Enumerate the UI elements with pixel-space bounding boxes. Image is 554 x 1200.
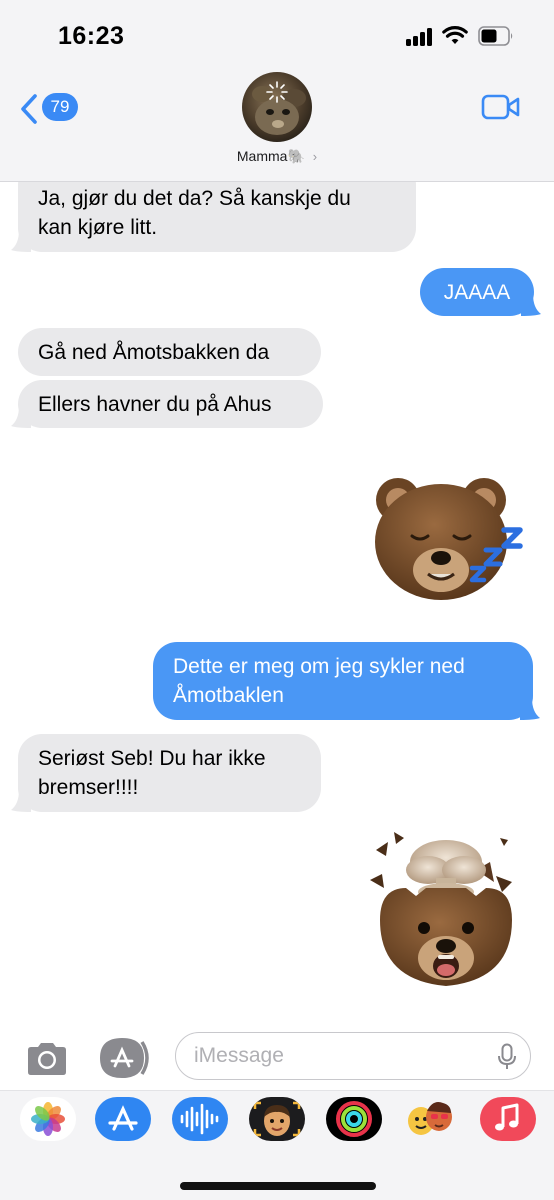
back-button[interactable]: 79 [20,90,84,126]
cellular-signal-icon [406,28,434,46]
activity-icon[interactable] [326,1097,382,1141]
conversation-header: 79 Mamma🐘 › [0,68,554,182]
animoji-icon[interactable] [403,1097,459,1141]
imessage-app-drawer [0,1090,554,1200]
battery-icon [478,26,513,46]
cat-photo-avatar-icon [242,72,312,142]
contact-name: Mamma [236,148,288,164]
bubble-tail-icon [11,230,31,252]
message-outgoing[interactable]: JAAAA [420,268,541,316]
app-store-icon [100,1038,149,1078]
wifi-icon [442,26,468,44]
microphone-icon[interactable] [496,1043,518,1071]
bubble-tail-icon [521,294,541,316]
input-bar [0,1024,554,1090]
message-input[interactable] [194,1041,474,1071]
facetime-video-icon[interactable] [481,92,521,122]
memoji-stickers-icon[interactable] [249,1097,305,1141]
message-outgoing[interactable]: Dette er meg om jeg sykler ned Åmotbakle… [153,642,540,720]
status-time: 16:23 [58,22,125,50]
message-incoming[interactable]: Gå ned Åmotsbakken da [18,328,321,376]
contact-avatar[interactable] [242,72,312,142]
message-text: Gå ned Åmotsbakken da [38,341,270,364]
message-thread[interactable]: Ja, gjør du det da? Så kanskje du kan kj… [0,182,554,1024]
chevron-left-icon [21,94,37,124]
contact-name-button[interactable]: Mamma🐘 › [0,148,554,165]
message-text: JAAAA [443,281,511,304]
chevron-right-icon: › [312,149,318,164]
audio-message-icon[interactable] [172,1097,228,1141]
unread-count-badge: 79 [42,93,78,121]
contact-emoji: 🐘 [287,148,305,164]
bubble-tail-icon [11,790,31,812]
status-bar: 16:23 [0,0,554,68]
home-indicator[interactable] [180,1182,376,1190]
exploding-head-bear-memoji[interactable] [366,830,524,1006]
music-icon[interactable] [480,1097,536,1141]
camera-icon[interactable] [24,1041,70,1077]
app-store-icon[interactable] [95,1097,151,1141]
bubble-tail-icon [520,698,540,720]
message-text: Dette er meg om jeg sykler ned Åmotbakle… [173,655,465,707]
sleeping-bear-memoji[interactable] [368,472,528,602]
message-field[interactable] [175,1032,531,1080]
message-text: Seriøst Seb! Du har ikke bremser!!!! [38,747,266,799]
message-incoming[interactable]: Seriøst Seb! Du har ikke bremser!!!! [11,734,321,812]
photos-app-icon[interactable] [20,1097,76,1141]
message-incoming[interactable]: Ellers havner du på Ahus [11,380,323,428]
message-text: Ellers havner du på Ahus [38,393,272,416]
app-store-button[interactable] [98,1036,152,1080]
message-text: Ja, gjør du det da? Så kanskje du kan kj… [38,187,351,239]
bubble-tail-icon [11,406,31,428]
message-incoming[interactable]: Ja, gjør du det da? Så kanskje du kan kj… [11,182,416,252]
